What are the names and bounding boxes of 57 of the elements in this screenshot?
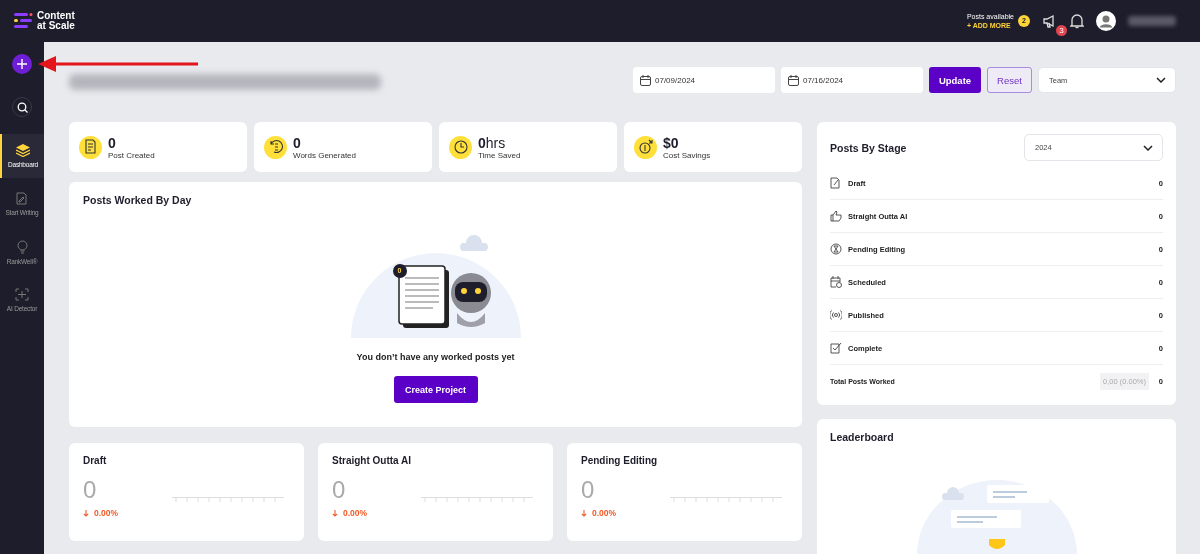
search-button[interactable] — [12, 97, 32, 117]
card-title: Leaderboard — [830, 431, 894, 443]
stage-icon — [830, 210, 842, 222]
bell-icon[interactable] — [1070, 13, 1084, 29]
card-title: Posts Worked By Day — [83, 194, 192, 206]
create-project-button[interactable]: Create Project — [393, 376, 478, 403]
add-button[interactable] — [12, 54, 32, 74]
stat-label: Post Created — [108, 150, 155, 160]
stat-icon — [449, 135, 472, 159]
avatar-icon[interactable] — [1096, 11, 1116, 31]
blurred-user-name — [1128, 16, 1176, 26]
plus-icon — [17, 59, 27, 69]
stat-label: Words Generated — [293, 150, 356, 160]
notification-count-badge: 3 — [1056, 25, 1067, 36]
card-title: Pending Editing — [581, 455, 659, 466]
stat-value: 0hrs — [478, 134, 507, 151]
stage-value: 0 — [83, 476, 98, 504]
reset-button[interactable]: Reset — [987, 67, 1032, 93]
stage-icon — [830, 342, 842, 354]
logo-icon — [14, 12, 34, 30]
stage-value: 0 — [332, 476, 347, 504]
empty-state-message: You don’t have any worked posts yet — [356, 352, 515, 362]
logo-text: Content at Scale — [37, 11, 75, 31]
stage-icon — [830, 243, 842, 255]
change-percentage: 0.00% — [343, 508, 368, 518]
card-title: Straight Outta AI — [332, 455, 413, 466]
layers-icon — [16, 144, 30, 157]
down-arrow-icon — [83, 509, 89, 517]
change-percentage: 0.00% — [592, 508, 617, 518]
stat-label: Time Saved — [478, 150, 521, 160]
chevron-down-icon — [1143, 144, 1153, 151]
down-arrow-icon — [332, 509, 338, 517]
scan-icon — [15, 288, 29, 301]
calendar-icon — [640, 74, 651, 86]
stage-value: 0 — [581, 476, 596, 504]
change-percentage: 0.00% — [94, 508, 119, 518]
stat-icon — [264, 135, 287, 159]
stat-value: 0 — [108, 134, 117, 151]
chevron-down-icon — [1156, 77, 1166, 83]
down-arrow-icon — [581, 509, 587, 517]
end-date-field[interactable]: 07/16/2024 — [781, 67, 923, 93]
stat-icon — [634, 135, 657, 159]
lightbulb-icon — [16, 239, 28, 254]
update-button[interactable]: Update — [929, 67, 981, 93]
stat-value: 0 — [293, 134, 302, 151]
stat-value: $0 — [663, 134, 680, 151]
search-icon — [16, 101, 28, 113]
stage-icon — [830, 276, 842, 288]
card-title: Posts By Stage — [830, 141, 907, 154]
stat-icon — [79, 135, 102, 159]
stage-icon — [830, 177, 842, 189]
start-date-field[interactable]: 07/09/2024 — [633, 67, 775, 93]
card-title: Draft — [83, 455, 108, 466]
calendar-icon — [788, 74, 799, 86]
stat-label: Cost Savings — [663, 150, 711, 160]
edit-document-icon — [16, 192, 28, 205]
stage-icon — [830, 309, 842, 321]
